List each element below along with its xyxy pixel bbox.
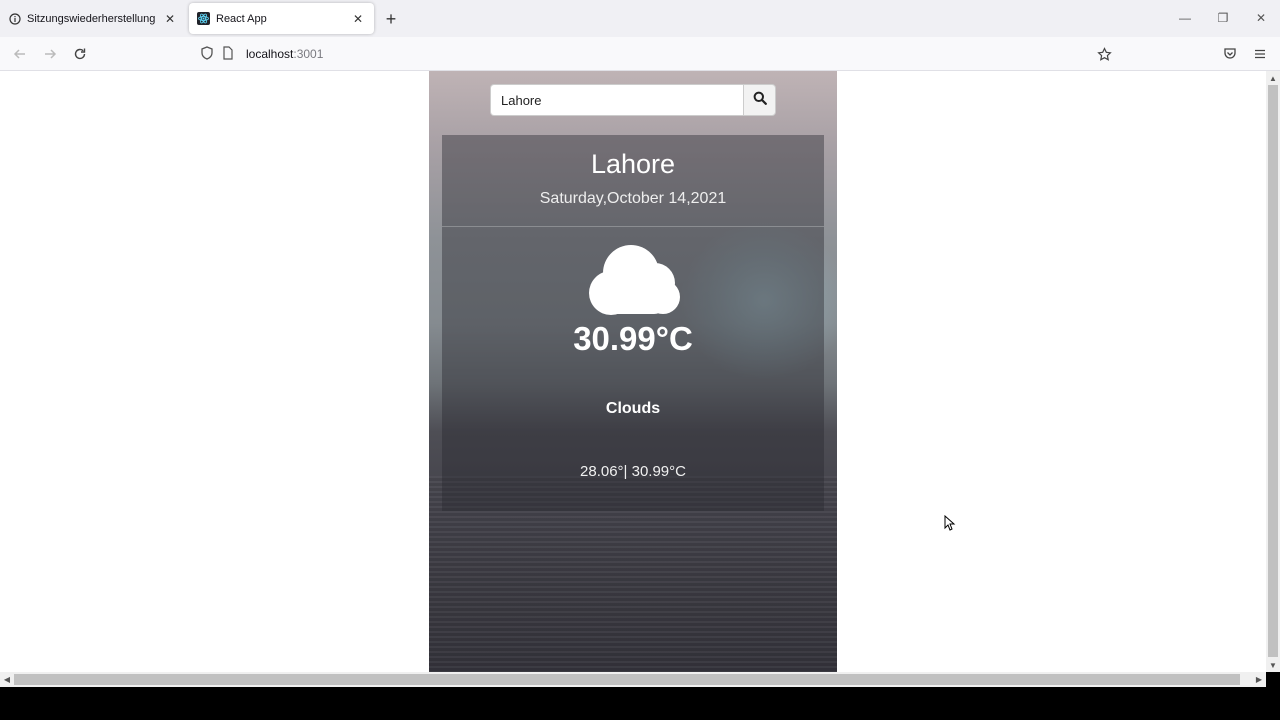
scroll-left-icon[interactable]: ◀ (0, 672, 14, 687)
url-port: :3001 (293, 47, 324, 61)
min-max-temperature: 28.06°| 30.99°C (580, 463, 686, 480)
close-tab-icon[interactable]: ✕ (162, 11, 178, 27)
tab-strip: Sitzungswiederherstellung ✕ React App ✕ … (0, 0, 1280, 37)
weather-card: Lahore Saturday,October 14,2021 30.99°C … (442, 135, 824, 511)
back-icon[interactable] (10, 44, 30, 64)
page-info-icon[interactable] (222, 45, 238, 63)
vertical-scrollbar[interactable]: ▲ ▼ (1266, 71, 1280, 672)
search-button[interactable] (743, 84, 776, 116)
navigation-bar: localhost:3001 (0, 37, 1280, 71)
shield-icon[interactable] (200, 45, 216, 63)
vertical-scroll-thumb[interactable] (1268, 85, 1278, 657)
scroll-up-icon[interactable]: ▲ (1266, 71, 1280, 85)
bookmark-star-icon[interactable] (1094, 44, 1114, 64)
menu-icon[interactable] (1250, 44, 1270, 64)
close-tab-icon[interactable]: ✕ (350, 11, 366, 27)
info-icon (8, 12, 21, 25)
scroll-right-icon[interactable]: ▶ (1252, 672, 1266, 687)
bottom-black-bar (0, 687, 1280, 720)
tab-title: Sitzungswiederherstellung (27, 12, 156, 25)
url-bar[interactable]: localhost:3001 (194, 41, 894, 67)
horizontal-scroll-thumb[interactable] (14, 674, 1240, 685)
date-label: Saturday,October 14,2021 (539, 190, 727, 207)
pocket-icon[interactable] (1220, 44, 1240, 64)
card-divider (442, 226, 824, 227)
restore-icon[interactable]: ❐ (1208, 8, 1238, 28)
scroll-down-icon[interactable]: ▼ (1266, 658, 1280, 672)
reload-icon[interactable] (70, 44, 90, 64)
new-tab-button[interactable]: + (380, 8, 402, 30)
temperature: 30.99°C (573, 320, 693, 357)
forward-icon[interactable] (40, 44, 60, 64)
city-search-input[interactable] (490, 84, 743, 116)
close-window-icon[interactable]: ✕ (1246, 8, 1276, 28)
react-logo-icon (197, 12, 210, 25)
search-icon (753, 91, 767, 110)
weather-condition: Clouds (605, 400, 661, 417)
tab-title: React App (216, 12, 267, 25)
weather-app: Lahore Saturday,October 14,2021 30.99°C … (429, 71, 837, 672)
minimize-icon[interactable]: — (1170, 8, 1200, 28)
horizontal-scrollbar[interactable]: ◀ ▶ (0, 672, 1266, 687)
mouse-cursor-icon (944, 514, 956, 531)
city-name: Lahore (590, 149, 676, 179)
tab-react-app[interactable]: React App ✕ (189, 3, 374, 34)
url-host: localhost (246, 47, 294, 61)
page-viewport: Lahore Saturday,October 14,2021 30.99°C … (0, 71, 1266, 672)
tab-session-restore[interactable]: Sitzungswiederherstellung ✕ (0, 3, 186, 34)
cloud-icon (583, 243, 683, 315)
search-form (490, 84, 776, 116)
